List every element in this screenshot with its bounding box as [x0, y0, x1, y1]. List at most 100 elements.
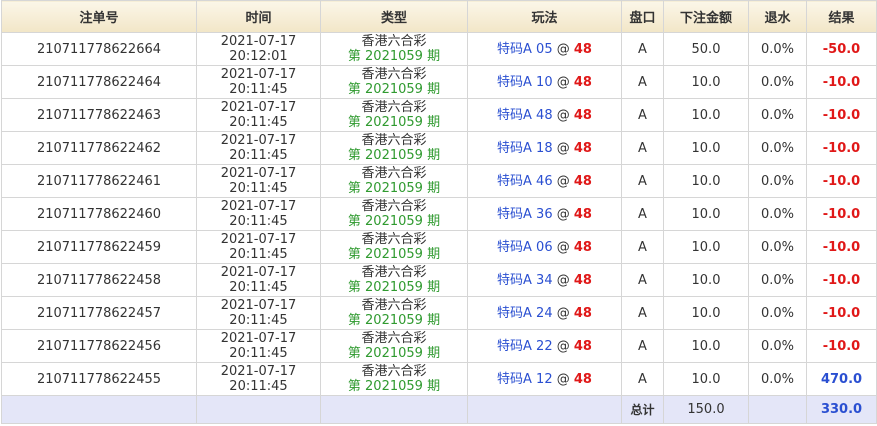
odds: 48	[573, 107, 592, 123]
play-method: 特码A 24 @ 48	[467, 296, 622, 330]
bet-amount: 50.0	[663, 32, 749, 66]
at-sign: @	[552, 206, 574, 222]
bet-time: 2021-07-17 20:11:45	[196, 230, 321, 264]
bet-date: 2021-07-17	[220, 331, 297, 346]
total-empty-cell	[748, 395, 807, 424]
lottery-name: 香港六合彩	[361, 364, 427, 379]
bet-date: 2021-07-17	[220, 364, 297, 379]
bet-date: 2021-07-17	[220, 34, 297, 49]
order-number: 210711778622455	[1, 362, 197, 396]
table-row: 210711778622464 2021-07-17 20:11:45 香港六合彩第 …	[1, 65, 877, 99]
lottery-name: 香港六合彩	[361, 265, 427, 280]
rebate: 0.0%	[748, 164, 807, 198]
at-sign: @	[552, 140, 574, 156]
header-time: 时间	[196, 0, 321, 33]
table-body: 210711778622664 2021-07-17 20:12:01 香港六合彩第 …	[1, 32, 877, 396]
at-sign: @	[552, 41, 574, 57]
bet-clock: 20:11:45	[229, 214, 288, 229]
order-number: 210711778622456	[1, 329, 197, 363]
lottery-type: 香港六合彩第 2021059 期	[320, 296, 468, 330]
odds: 48	[573, 173, 592, 189]
table-row: 210711778622458 2021-07-17 20:11:45 香港六合彩第 …	[1, 263, 877, 297]
lottery-type: 香港六合彩第 2021059 期	[320, 329, 468, 363]
lottery-type: 香港六合彩第 2021059 期	[320, 98, 468, 132]
play-code: 特码A 10	[497, 74, 553, 90]
bet-amount: 10.0	[663, 197, 749, 231]
bet-result: -10.0	[806, 296, 877, 330]
bet-clock: 20:11:45	[229, 115, 288, 130]
odds: 48	[573, 74, 592, 90]
total-empty-cell	[467, 395, 622, 424]
bet-clock: 20:11:45	[229, 346, 288, 361]
order-number: 210711778622460	[1, 197, 197, 231]
play-code: 特码A 12	[497, 371, 553, 387]
market: A	[621, 263, 664, 297]
bet-amount: 10.0	[663, 296, 749, 330]
bet-time: 2021-07-17 20:11:45	[196, 362, 321, 396]
order-number: 210711778622459	[1, 230, 197, 264]
bet-date: 2021-07-17	[220, 100, 297, 115]
odds: 48	[573, 371, 592, 387]
lottery-name: 香港六合彩	[361, 34, 427, 49]
bet-time: 2021-07-17 20:11:45	[196, 197, 321, 231]
table-footer: 总计 150.0 330.0	[1, 395, 877, 424]
market: A	[621, 329, 664, 363]
play-code: 特码A 24	[497, 305, 553, 321]
order-number: 210711778622458	[1, 263, 197, 297]
draw-number: 第 2021059 期	[347, 280, 441, 295]
bet-clock: 20:11:45	[229, 148, 288, 163]
bet-result: -10.0	[806, 329, 877, 363]
table-row: 210711778622462 2021-07-17 20:11:45 香港六合彩第 …	[1, 131, 877, 165]
market: A	[621, 197, 664, 231]
table-row: 210711778622456 2021-07-17 20:11:45 香港六合彩第 …	[1, 329, 877, 363]
draw-number: 第 2021059 期	[347, 82, 441, 97]
at-sign: @	[552, 239, 574, 255]
bet-result: -10.0	[806, 263, 877, 297]
lottery-name: 香港六合彩	[361, 100, 427, 115]
lottery-type: 香港六合彩第 2021059 期	[320, 32, 468, 66]
bet-result: -10.0	[806, 230, 877, 264]
play-method: 特码A 36 @ 48	[467, 197, 622, 231]
rebate: 0.0%	[748, 329, 807, 363]
bet-time: 2021-07-17 20:12:01	[196, 32, 321, 66]
rebate: 0.0%	[748, 230, 807, 264]
header-order-no: 注单号	[1, 0, 197, 33]
bet-amount: 10.0	[663, 98, 749, 132]
play-code: 特码A 48	[497, 107, 553, 123]
draw-number: 第 2021059 期	[347, 181, 441, 196]
bet-amount: 10.0	[663, 230, 749, 264]
order-number: 210711778622464	[1, 65, 197, 99]
bet-clock: 20:11:45	[229, 181, 288, 196]
bet-time: 2021-07-17 20:11:45	[196, 131, 321, 165]
at-sign: @	[552, 74, 574, 90]
table-row: 210711778622457 2021-07-17 20:11:45 香港六合彩第 …	[1, 296, 877, 330]
order-number: 210711778622461	[1, 164, 197, 198]
rebate: 0.0%	[748, 131, 807, 165]
bet-time: 2021-07-17 20:11:45	[196, 65, 321, 99]
lottery-name: 香港六合彩	[361, 166, 427, 181]
market: A	[621, 131, 664, 165]
bet-result: -10.0	[806, 197, 877, 231]
bet-time: 2021-07-17 20:11:45	[196, 164, 321, 198]
odds: 48	[573, 239, 592, 255]
header-type: 类型	[320, 0, 468, 33]
odds: 48	[573, 140, 592, 156]
play-method: 特码A 34 @ 48	[467, 263, 622, 297]
market: A	[621, 32, 664, 66]
table-row: 210711778622664 2021-07-17 20:12:01 香港六合彩第 …	[1, 32, 877, 66]
market: A	[621, 65, 664, 99]
market: A	[621, 362, 664, 396]
table-header: 注单号 时间 类型 玩法 盘口 下注金额 退水 结果	[1, 0, 877, 33]
bet-result: -10.0	[806, 65, 877, 99]
lottery-name: 香港六合彩	[361, 298, 427, 313]
order-number: 210711778622462	[1, 131, 197, 165]
table-row: 210711778622461 2021-07-17 20:11:45 香港六合彩第 …	[1, 164, 877, 198]
market: A	[621, 98, 664, 132]
bet-time: 2021-07-17 20:11:45	[196, 98, 321, 132]
at-sign: @	[552, 107, 574, 123]
lottery-name: 香港六合彩	[361, 67, 427, 82]
bet-clock: 20:11:45	[229, 379, 288, 394]
at-sign: @	[552, 272, 574, 288]
odds: 48	[573, 338, 592, 354]
bet-amount: 10.0	[663, 329, 749, 363]
